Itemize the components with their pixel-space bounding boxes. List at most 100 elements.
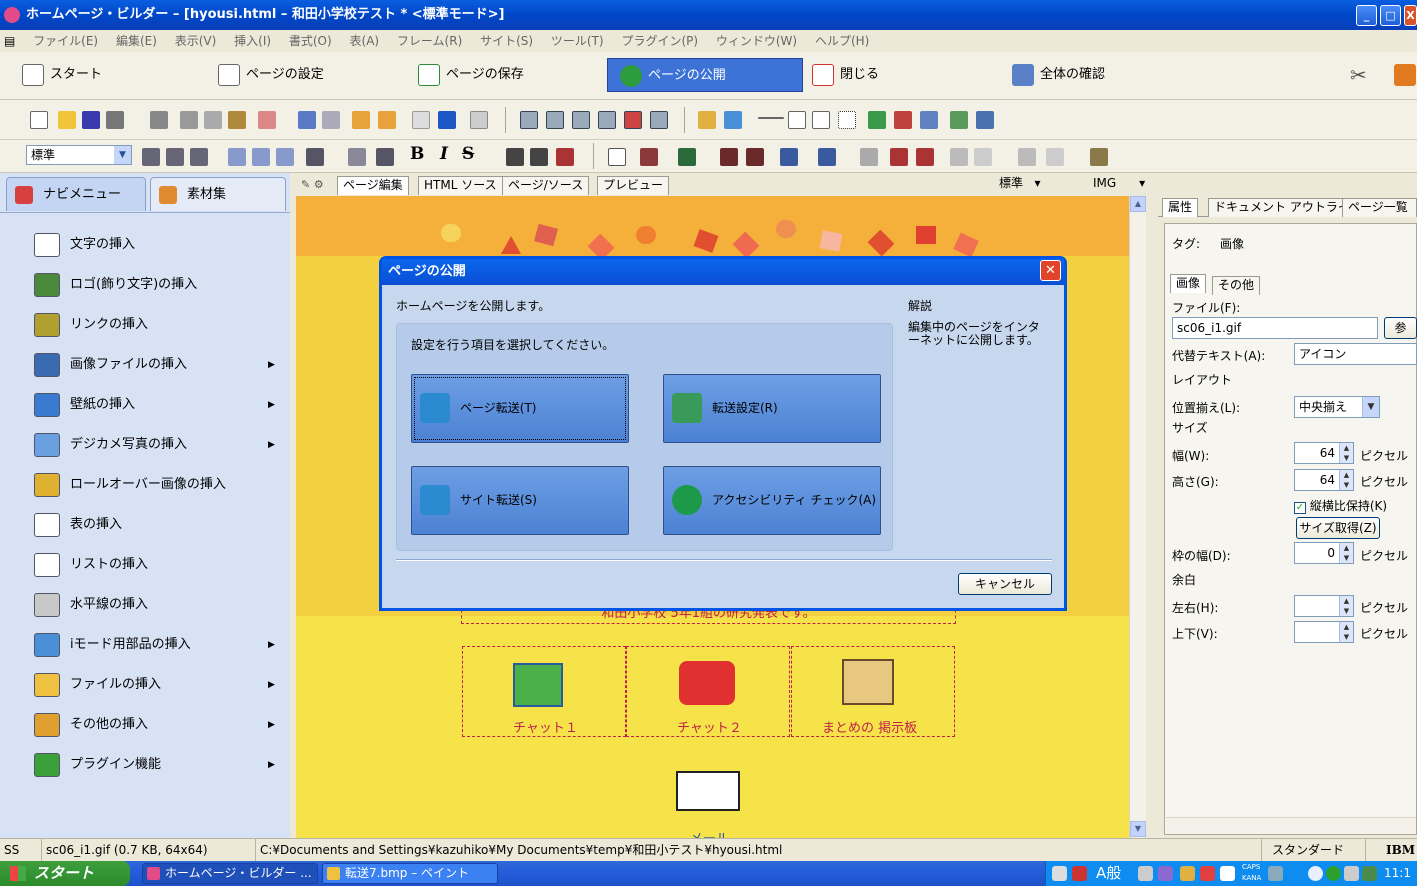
link-check-icon[interactable] <box>950 111 968 129</box>
editor-scrollbar[interactable]: ▲ ▼ <box>1129 196 1146 838</box>
sidebar-item-list[interactable]: リストの挿入 <box>0 545 290 585</box>
font-color-icon[interactable] <box>556 148 574 166</box>
task-homepage-builder[interactable]: ホームページ・ビルダー ... <box>142 863 318 884</box>
lr-spinner[interactable]: ▲ ▼ <box>1339 596 1353 616</box>
edit-alt-icon[interactable] <box>378 111 396 129</box>
horizontal-line-icon[interactable] <box>758 117 784 119</box>
close-page-button[interactable]: 閉じる <box>812 58 879 92</box>
style-dropdown[interactable]: 標準 ▾ <box>999 173 1040 193</box>
sidebar-item-rollover[interactable]: ロールオーバー画像の挿入 <box>0 465 290 505</box>
page-settings-button[interactable]: ページの設定 <box>218 58 324 92</box>
align-right-icon[interactable] <box>190 148 208 166</box>
sidebar-item-puzzle[interactable]: その他の挿入 ▶ <box>0 705 290 745</box>
cancel-button[interactable]: キャンセル <box>958 573 1052 595</box>
width-input[interactable]: 64 ▲ ▼ <box>1294 442 1354 464</box>
get-size-button[interactable]: サイズ取得(Z) <box>1296 517 1380 539</box>
page-transfer-button[interactable]: ページ転送(T) <box>411 374 629 443</box>
italic-button[interactable]: I <box>440 144 448 164</box>
row-color-icon[interactable] <box>916 148 934 166</box>
book-icon[interactable] <box>1394 58 1417 92</box>
tab-page-source[interactable]: ページ/ソース <box>502 176 590 195</box>
sidebar-item-folder[interactable]: ファイルの挿入 ▶ <box>0 665 290 705</box>
page-publish-button[interactable]: ページの公開 <box>607 58 803 92</box>
valign-middle-icon[interactable] <box>252 148 270 166</box>
delete-row-icon[interactable] <box>720 148 738 166</box>
ime-dict-icon[interactable] <box>1158 866 1173 881</box>
title-bar[interactable]: ホームページ・ビルダー – [hyousi.html – 和田小学校テスト * … <box>0 0 1417 30</box>
menu-help[interactable]: ヘルプ(H) <box>808 30 876 52</box>
align-left-icon[interactable] <box>142 148 160 166</box>
menu-window[interactable]: ウィンドウ(W) <box>709 30 804 52</box>
alt-text-input[interactable]: アイコン <box>1294 343 1417 365</box>
back-arrow-icon[interactable] <box>1308 866 1323 881</box>
maximize-button[interactable]: □ <box>1380 5 1401 26</box>
undo-icon[interactable] <box>298 111 316 129</box>
chat2-cell[interactable]: チャット２ <box>626 646 790 737</box>
minimize-button[interactable]: _ <box>1356 5 1377 26</box>
subtab-image[interactable]: 画像 <box>1170 274 1207 293</box>
transfer-settings-button[interactable]: 転送設定(R) <box>663 374 881 443</box>
sidebar-item-camera-photo[interactable]: デジカメ写真の挿入 ▶ <box>0 425 290 465</box>
task-paint[interactable]: 転送7.bmp – ペイント <box>322 863 498 884</box>
board-cell[interactable]: まとめの 掲示板 <box>791 646 955 737</box>
keep-ratio-checkbox[interactable]: ✓ 縦横比保持(K) <box>1294 497 1387 514</box>
tab-page-list[interactable]: ページ一覧 <box>1342 198 1417 217</box>
cell-color-icon[interactable] <box>890 148 908 166</box>
indent-icon[interactable] <box>348 148 366 166</box>
sidebar-item-plugin[interactable]: プラグイン機能 ▶ <box>0 745 290 785</box>
browser-icon[interactable] <box>438 111 456 129</box>
width-spinner[interactable]: ▲ ▼ <box>1339 443 1353 463</box>
strike-button[interactable]: S <box>462 144 474 164</box>
site-transfer-button[interactable]: サイト転送(S) <box>411 466 629 535</box>
border-spinner[interactable]: ▲ ▼ <box>1339 543 1353 563</box>
insert-image-icon[interactable] <box>724 111 742 129</box>
menu-edit[interactable]: 編集(E) <box>109 30 164 52</box>
valign-top-icon[interactable] <box>228 148 246 166</box>
scroll-down-icon[interactable]: ▼ <box>1130 821 1146 837</box>
menu-insert[interactable]: 挿入(I) <box>227 30 278 52</box>
bullet-list-icon[interactable] <box>306 148 324 166</box>
chat2-link[interactable]: チャット２ <box>677 717 742 736</box>
tab-attributes[interactable]: 属性 <box>1162 198 1199 217</box>
mail-link[interactable]: メール <box>690 828 729 838</box>
outdent-icon[interactable] <box>376 148 394 166</box>
menu-tools[interactable]: ツール(T) <box>544 30 611 52</box>
open-icon[interactable] <box>58 111 76 129</box>
search-icon[interactable] <box>920 111 938 129</box>
scissors-car-icon[interactable] <box>679 661 735 705</box>
sidebar-item-link[interactable]: リンクの挿入 <box>0 305 290 345</box>
frame-icon-1[interactable] <box>520 111 538 129</box>
layer-icon[interactable] <box>838 111 856 129</box>
menu-frame[interactable]: フレーム(R) <box>390 30 469 52</box>
new-icon[interactable] <box>30 111 48 129</box>
ime-pad-icon[interactable] <box>1138 866 1153 881</box>
align-center-icon[interactable] <box>166 148 184 166</box>
edit-icon[interactable] <box>352 111 370 129</box>
tb-margin-input[interactable]: ▲ ▼ <box>1294 621 1354 643</box>
split-cell-icon[interactable] <box>818 148 836 166</box>
ime-mode[interactable]: A般 <box>1096 861 1121 886</box>
board-link[interactable]: まとめの 掲示板 <box>822 717 917 736</box>
save-icon[interactable] <box>82 111 100 129</box>
network-icon[interactable] <box>1362 866 1377 881</box>
frame-icon-4[interactable] <box>598 111 616 129</box>
tb-spinner[interactable]: ▲ ▼ <box>1339 622 1353 642</box>
sidebar-item-text-insert[interactable]: 文字の挿入 <box>0 225 290 265</box>
frame-icon-6[interactable] <box>650 111 668 129</box>
frame-icon-2[interactable] <box>546 111 564 129</box>
sidebar-item-image[interactable]: 画像ファイルの挿入 ▶ <box>0 345 290 385</box>
tag-dropdown[interactable]: IMG ▾ <box>1093 173 1145 193</box>
insert-col-icon[interactable] <box>678 148 696 166</box>
lr-margin-input[interactable]: ▲ ▼ <box>1294 595 1354 617</box>
table-width-icon[interactable] <box>1046 148 1064 166</box>
table-align-icon[interactable] <box>1018 148 1036 166</box>
cut-icon[interactable] <box>180 111 198 129</box>
sidebar-item-hr[interactable]: 水平線の挿入 <box>0 585 290 625</box>
eraser-icon[interactable] <box>258 111 276 129</box>
draw-icon[interactable] <box>698 111 716 129</box>
ime-option-icon[interactable] <box>1268 866 1283 881</box>
properties-icon[interactable] <box>976 111 994 129</box>
scissors-icon[interactable]: ✂ <box>1350 58 1367 92</box>
notebook-icon[interactable] <box>842 659 894 705</box>
frame-icon-3[interactable] <box>572 111 590 129</box>
